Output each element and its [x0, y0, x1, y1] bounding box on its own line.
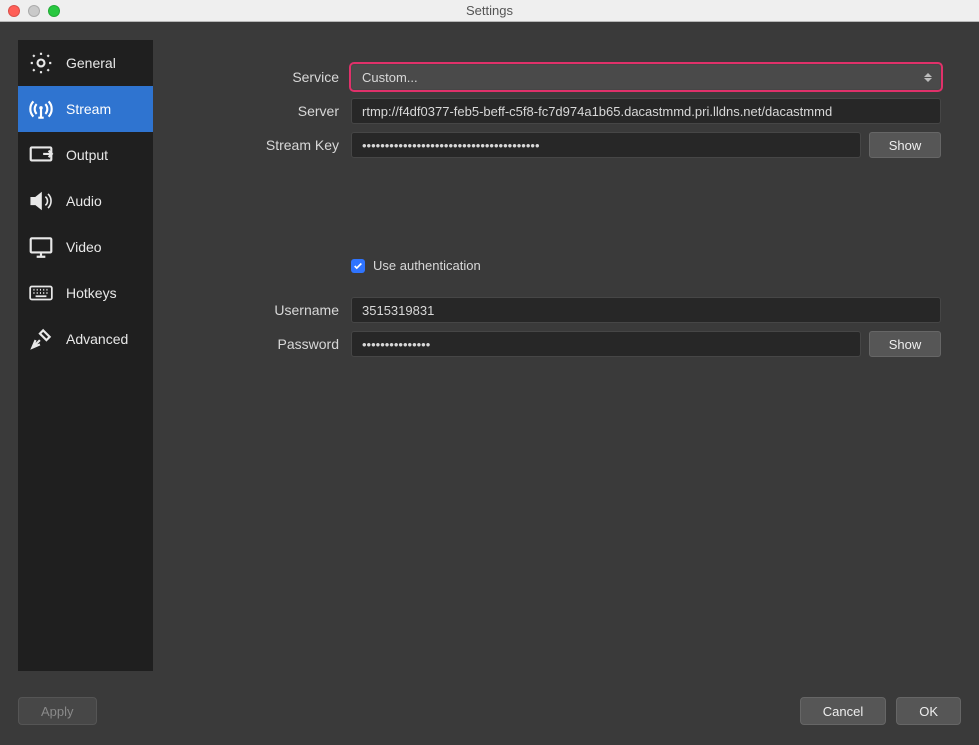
sidebar-item-video[interactable]: Video: [18, 224, 153, 270]
chevron-updown-icon: [922, 69, 934, 85]
show-password-button[interactable]: Show: [869, 331, 941, 357]
service-value: Custom...: [362, 70, 418, 85]
server-label: Server: [189, 103, 351, 119]
sidebar-item-label: Output: [66, 147, 108, 163]
sidebar-item-stream[interactable]: Stream: [18, 86, 153, 132]
streamkey-label: Stream Key: [189, 137, 351, 153]
window-title: Settings: [0, 3, 979, 18]
service-select[interactable]: Custom...: [351, 64, 941, 90]
sidebar-item-advanced[interactable]: Advanced: [18, 316, 153, 362]
sidebar-item-general[interactable]: General: [18, 40, 153, 86]
keyboard-icon: [26, 278, 56, 308]
row-streamkey: Stream Key Show: [189, 132, 941, 158]
password-input[interactable]: [351, 331, 861, 357]
auth-checkbox[interactable]: [351, 259, 365, 273]
username-label: Username: [189, 302, 351, 318]
username-input[interactable]: [351, 297, 941, 323]
check-icon: [353, 261, 363, 271]
titlebar: Settings: [0, 0, 979, 22]
monitor-icon: [26, 232, 56, 262]
password-label: Password: [189, 336, 351, 352]
streamkey-input[interactable]: [351, 132, 861, 158]
server-input[interactable]: [351, 98, 941, 124]
ok-button[interactable]: OK: [896, 697, 961, 725]
speaker-icon: [26, 186, 56, 216]
sidebar-item-label: Audio: [66, 193, 102, 209]
sidebar-item-label: Video: [66, 239, 102, 255]
sidebar: General Stream: [18, 40, 153, 671]
row-username: Username: [189, 297, 941, 323]
row-server: Server: [189, 98, 941, 124]
content-area: General Stream: [0, 22, 979, 689]
output-icon: [26, 140, 56, 170]
footer: Apply Cancel OK: [0, 689, 979, 745]
sidebar-item-output[interactable]: Output: [18, 132, 153, 178]
sidebar-item-audio[interactable]: Audio: [18, 178, 153, 224]
apply-button[interactable]: Apply: [18, 697, 97, 725]
row-auth-checkbox: Use authentication: [351, 258, 941, 273]
cancel-button[interactable]: Cancel: [800, 697, 886, 725]
sidebar-item-label: General: [66, 55, 116, 71]
sidebar-item-label: Advanced: [66, 331, 128, 347]
row-password: Password Show: [189, 331, 941, 357]
sidebar-item-label: Stream: [66, 101, 111, 117]
broadcast-icon: [26, 94, 56, 124]
tools-icon: [26, 324, 56, 354]
service-label: Service: [189, 69, 351, 85]
row-service: Service Custom...: [189, 64, 941, 90]
main-panel: Service Custom... Server Stream: [189, 40, 961, 671]
gear-icon: [26, 48, 56, 78]
settings-window: Settings General: [0, 0, 979, 745]
show-streamkey-button[interactable]: Show: [869, 132, 941, 158]
auth-checkbox-label: Use authentication: [373, 258, 481, 273]
sidebar-item-label: Hotkeys: [66, 285, 117, 301]
sidebar-item-hotkeys[interactable]: Hotkeys: [18, 270, 153, 316]
